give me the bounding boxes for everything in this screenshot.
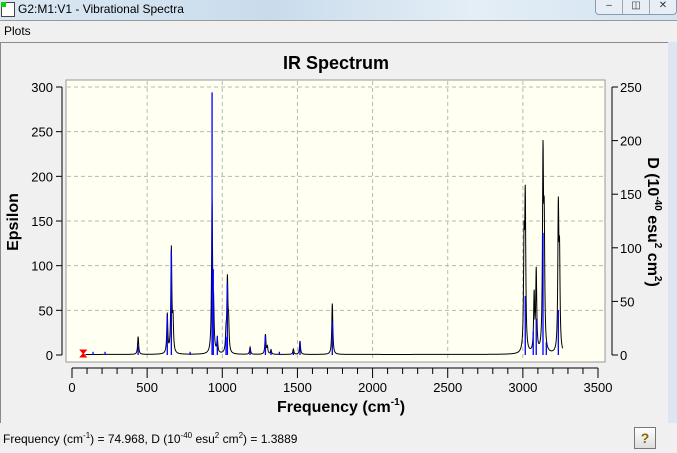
y-tick-label-right: 200 (620, 134, 642, 149)
y-tick-label-left: 50 (39, 303, 53, 318)
status-readout: Frequency (cm-1) = 74.968, D (10-40 esu2… (3, 431, 298, 446)
ir-spectrum-chart[interactable]: IR Spectrum 0501001502002503000501001502… (0, 0, 677, 423)
y-tick-label-right: 50 (620, 294, 634, 309)
x-tick-label: 500 (136, 380, 158, 395)
y-tick-label-left: 150 (31, 214, 53, 229)
y-tick-label-right: 100 (620, 241, 642, 256)
x-tick-label: 2500 (433, 380, 462, 395)
x-axis-title: Frequency (cm-1) (277, 397, 405, 416)
y-tick-label-right: 0 (620, 348, 627, 363)
help-button[interactable]: ? (634, 427, 656, 449)
x-tick-label: 2000 (358, 380, 387, 395)
chart-title: IR Spectrum (283, 53, 389, 73)
x-tick-label: 1000 (208, 380, 237, 395)
y-axis-right-title: D (10-40 esu2 cm2) (644, 157, 663, 287)
y-tick-label-right: 250 (620, 80, 642, 95)
y-axis-left-title: Epsilon (5, 193, 22, 251)
x-tick-label: 3500 (584, 380, 613, 395)
x-tick-label: 1500 (283, 380, 312, 395)
y-tick-label-left: 250 (31, 125, 53, 140)
y-tick-label-right: 150 (620, 187, 642, 202)
status-bar: Frequency (cm-1) = 74.968, D (10-40 esu2… (0, 423, 677, 453)
y-tick-label-left: 0 (46, 348, 53, 363)
y-tick-label-left: 200 (31, 169, 53, 184)
y-tick-label-left: 100 (31, 259, 53, 274)
x-tick-label: 0 (68, 380, 75, 395)
y-tick-label-left: 300 (31, 80, 53, 95)
x-tick-label: 3000 (508, 380, 537, 395)
